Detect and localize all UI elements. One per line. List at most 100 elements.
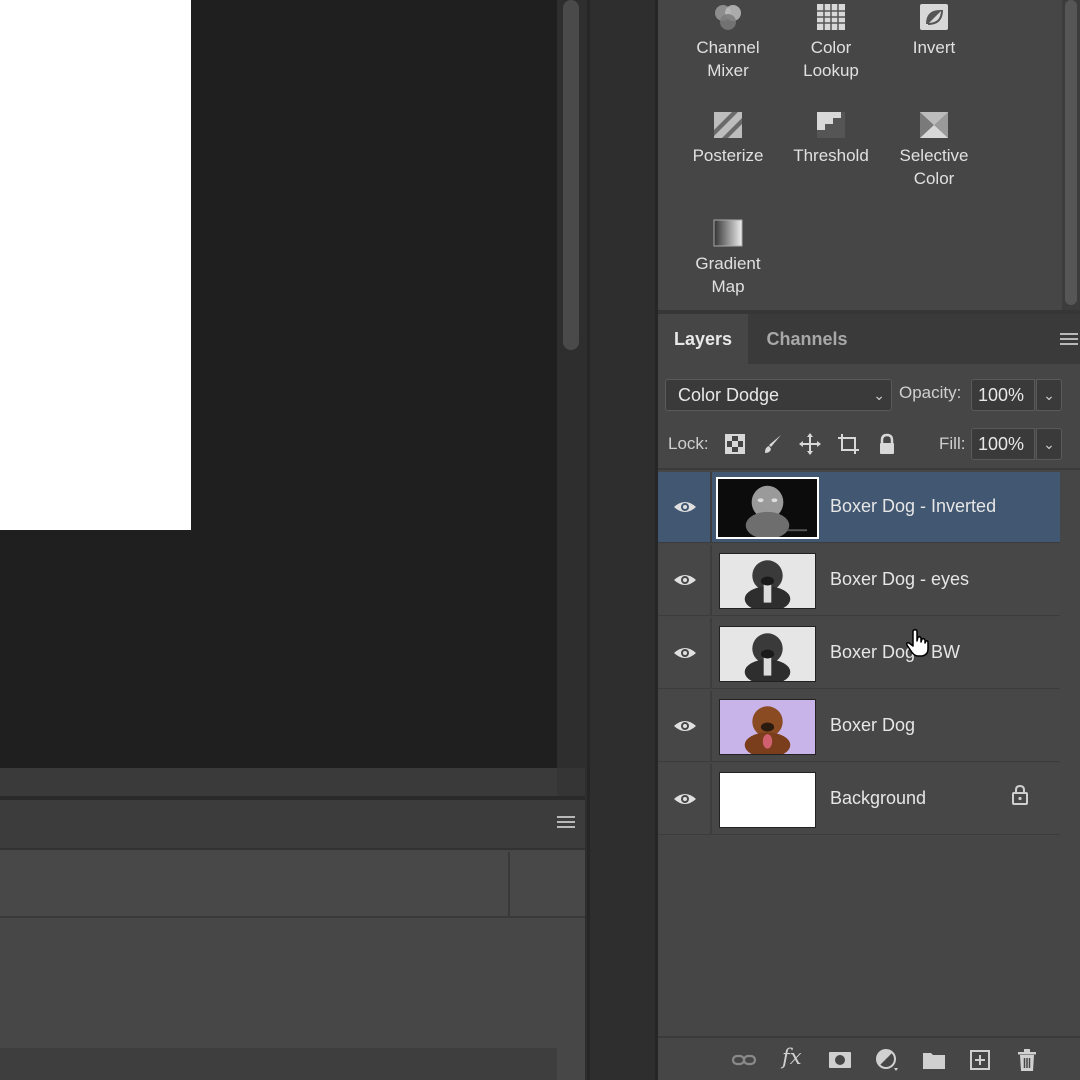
divider — [508, 852, 510, 918]
layer-row[interactable]: Boxer Dog — [658, 691, 1060, 762]
bw-dog-thumbnail — [720, 554, 815, 608]
invert-icon — [920, 4, 948, 30]
divider — [710, 764, 712, 835]
layer-thumbnail[interactable] — [719, 553, 816, 609]
eye-icon[interactable] — [673, 716, 697, 736]
layer-name: Boxer Dog — [830, 715, 916, 735]
link-layers-icon[interactable] — [732, 1048, 756, 1072]
bottom-left-panel — [0, 796, 585, 1080]
selective-color-icon — [920, 112, 948, 138]
layer-name: Boxer Dog - Inverted — [830, 496, 997, 516]
channel-mixer-icon — [715, 5, 741, 30]
layer-row[interactable]: Boxer Dog - Inverted — [658, 472, 1060, 543]
eye-icon[interactable] — [673, 497, 697, 517]
layers-list: Boxer Dog - Inverted Boxer Dog - eyes Bo… — [658, 472, 1060, 837]
adjustment-label: Gradient — [695, 254, 761, 273]
adjustments-scroll-thumb[interactable] — [1065, 0, 1077, 305]
adjustment-layer-icon[interactable] — [875, 1048, 899, 1072]
fill-label: Fill: — [939, 434, 966, 453]
opacity-label: Opacity: — [899, 383, 962, 402]
adjustment-label: Lookup — [803, 61, 859, 80]
adjustment-label: Map — [711, 277, 745, 296]
dock-separator — [585, 0, 658, 1080]
chevron-down-icon: ⌄ — [873, 387, 885, 403]
eye-icon[interactable] — [673, 789, 697, 809]
hand-cursor-icon — [906, 628, 929, 657]
adjustment-posterize[interactable]: Posterize — [673, 110, 783, 167]
adjustment-threshold[interactable]: Threshold — [776, 110, 886, 167]
layer-name: Background — [830, 788, 927, 808]
lock-artboard-icon[interactable] — [836, 432, 860, 456]
adjustment-invert[interactable]: Invert — [879, 2, 989, 59]
fill-dropdown-button[interactable]: ⌄ — [1036, 428, 1062, 460]
layer-row[interactable]: Background — [658, 764, 1060, 835]
adjustment-label: Channel — [696, 38, 760, 57]
lock-all-icon[interactable] — [875, 432, 899, 456]
blend-mode-select[interactable]: Color Dodge ⌄ — [665, 379, 892, 411]
layer-thumbnail[interactable] — [719, 699, 816, 755]
adjustment-label: Selective — [899, 146, 969, 165]
adjustment-selective-color[interactable]: Selective Color — [879, 110, 989, 190]
bw-dog-thumbnail — [720, 627, 815, 681]
adjustment-label: Threshold — [793, 146, 869, 165]
dock-edge — [587, 0, 590, 1080]
lock-transparent-pixels-icon[interactable] — [723, 432, 747, 456]
divider — [658, 468, 1080, 470]
inverted-dog-thumbnail — [718, 479, 817, 537]
add-mask-icon[interactable] — [828, 1048, 852, 1072]
adjustment-label: Color — [913, 169, 955, 188]
divider — [710, 618, 712, 689]
canvas-horizontal-scrollbar[interactable] — [0, 768, 585, 796]
lock-row: Lock: Fill: 100% ⌄ — [658, 424, 1080, 466]
canvas-vertical-scroll-thumb[interactable] — [563, 0, 579, 350]
adjustment-gradient-map[interactable]: Gradient Map — [673, 218, 783, 298]
blend-mode-value: Color Dodge — [678, 385, 780, 405]
eye-icon[interactable] — [673, 643, 697, 663]
layer-name: Boxer Dog - BW — [830, 642, 961, 662]
layers-panel-tabs: Layers Channels — [658, 314, 1080, 364]
color-dog-thumbnail — [720, 700, 815, 754]
document-image — [0, 0, 191, 530]
fx-icon[interactable]: fx — [782, 1045, 802, 1069]
bottom-panel-strip — [0, 1048, 557, 1080]
bottom-panel-row — [0, 852, 585, 918]
threshold-icon — [817, 112, 845, 138]
layer-thumbnail[interactable] — [719, 772, 816, 828]
panel-menu-icon[interactable] — [1060, 333, 1078, 347]
divider — [710, 545, 712, 616]
document-canvas[interactable] — [0, 0, 557, 768]
adjustment-label: Posterize — [692, 146, 764, 165]
gradient-map-icon — [713, 219, 743, 247]
layers-bottom-toolbar: fx — [658, 1036, 1080, 1080]
divider — [710, 472, 712, 543]
posterize-icon — [714, 112, 742, 138]
layer-name: Boxer Dog - eyes — [830, 569, 970, 589]
new-group-icon[interactable] — [922, 1048, 946, 1072]
tab-channels[interactable]: Channels — [750, 314, 864, 364]
opacity-dropdown-button[interactable]: ⌄ — [1036, 379, 1062, 411]
adjustment-channel-mixer[interactable]: Channel Mixer — [673, 2, 783, 82]
delete-layer-icon[interactable] — [1015, 1048, 1039, 1072]
fill-input[interactable]: 100% — [971, 428, 1035, 460]
eye-icon[interactable] — [673, 570, 697, 590]
chevron-down-icon: ⌄ — [1043, 387, 1055, 403]
scrollbar-corner — [557, 768, 585, 796]
opacity-input[interactable]: 100% — [971, 379, 1035, 411]
new-layer-icon[interactable] — [968, 1048, 992, 1072]
bottom-panel-header — [0, 800, 585, 850]
adjustment-label: Invert — [912, 38, 956, 57]
adjustment-color-lookup[interactable]: Color Lookup — [776, 2, 886, 82]
adjustment-label: Color — [810, 38, 852, 57]
color-lookup-icon — [817, 4, 845, 30]
panel-menu-icon[interactable] — [557, 816, 575, 830]
tab-layers[interactable]: Layers — [658, 314, 749, 364]
layer-thumbnail[interactable] — [716, 477, 819, 539]
lock-position-icon[interactable] — [798, 432, 822, 456]
lock-label: Lock: — [668, 434, 709, 453]
layer-row[interactable]: Boxer Dog - eyes — [658, 545, 1060, 616]
layer-thumbnail[interactable] — [719, 626, 816, 682]
lock-image-pixels-icon[interactable] — [761, 432, 785, 456]
chevron-down-icon: ⌄ — [1043, 436, 1055, 452]
lock-icon — [1012, 784, 1028, 805]
layer-row[interactable]: Boxer Dog - BW — [658, 618, 1060, 689]
